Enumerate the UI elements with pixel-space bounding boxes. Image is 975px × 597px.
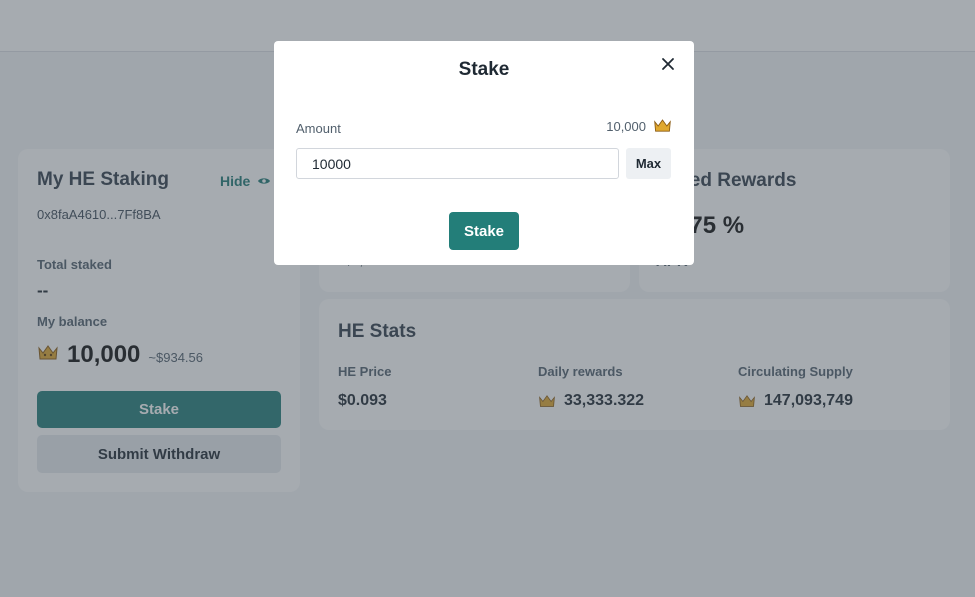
amount-available: 10,000 (606, 118, 672, 134)
amount-input[interactable] (296, 148, 619, 179)
amount-available-value: 10,000 (606, 118, 646, 134)
modal-stake-button[interactable]: Stake (449, 212, 519, 250)
amount-label: Amount (296, 121, 341, 136)
stake-modal: Stake Amount 10,000 Max Stake (274, 41, 694, 265)
max-button[interactable]: Max (626, 148, 671, 179)
close-icon[interactable] (660, 56, 676, 72)
modal-title: Stake (458, 59, 510, 80)
token-icon (654, 119, 671, 132)
